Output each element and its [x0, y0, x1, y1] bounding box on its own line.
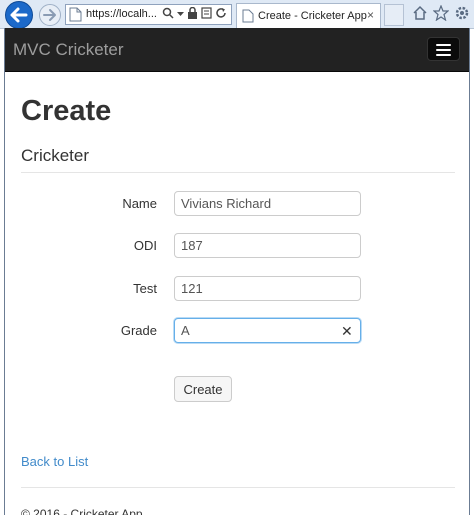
url-text[interactable]: https://localh... — [86, 8, 157, 20]
search-icon[interactable] — [162, 7, 174, 19]
certificate-icon[interactable] — [201, 7, 212, 19]
page-icon — [69, 7, 82, 22]
odi-field[interactable] — [174, 233, 361, 258]
page-title: Create — [21, 95, 112, 127]
odi-label: ODI — [133, 238, 157, 253]
brand-link[interactable]: MVC Cricketer — [13, 40, 124, 60]
grade-label: Grade — [120, 323, 157, 338]
close-icon[interactable]: × — [367, 8, 374, 22]
footer-text: © 2016 - Cricketer App — [21, 507, 143, 515]
new-tab-button[interactable] — [384, 4, 404, 26]
frame-border-right — [469, 28, 470, 515]
back-button[interactable] — [5, 1, 33, 29]
page-subtitle: Cricketer — [21, 146, 90, 165]
back-to-list-link[interactable]: Back to List — [21, 454, 88, 469]
browser-toolbar: https://localh... Create - Cricketer App… — [0, 0, 474, 29]
browser-window: https://localh... Create - Cricketer App… — [0, 0, 474, 515]
tab-title: Create - Cricketer App — [258, 10, 367, 22]
forward-arrow-icon — [43, 9, 56, 21]
address-bar[interactable]: https://localh... — [65, 4, 232, 25]
page-icon — [242, 9, 254, 23]
name-label: Name — [122, 196, 157, 211]
test-label: Test — [133, 281, 157, 296]
grade-field[interactable] — [174, 318, 361, 343]
navbar: MVC Cricketer — [5, 28, 469, 72]
footer-divider — [21, 487, 455, 488]
create-button[interactable]: Create — [174, 376, 232, 402]
lock-icon[interactable] — [187, 7, 198, 19]
gear-icon[interactable] — [454, 5, 470, 21]
frame-border-left — [4, 28, 5, 515]
clear-icon[interactable]: ✕ — [341, 323, 353, 340]
refresh-icon[interactable] — [215, 7, 227, 19]
star-icon[interactable] — [433, 5, 449, 21]
name-field[interactable] — [174, 191, 361, 216]
divider — [21, 172, 455, 173]
browser-tab[interactable]: Create - Cricketer App × — [236, 3, 381, 28]
navbar-toggle-button[interactable] — [427, 37, 460, 61]
home-icon[interactable] — [412, 5, 428, 21]
forward-button[interactable] — [39, 4, 61, 26]
test-field[interactable] — [174, 276, 361, 301]
dropdown-icon[interactable] — [177, 7, 184, 19]
back-arrow-icon — [10, 7, 28, 23]
